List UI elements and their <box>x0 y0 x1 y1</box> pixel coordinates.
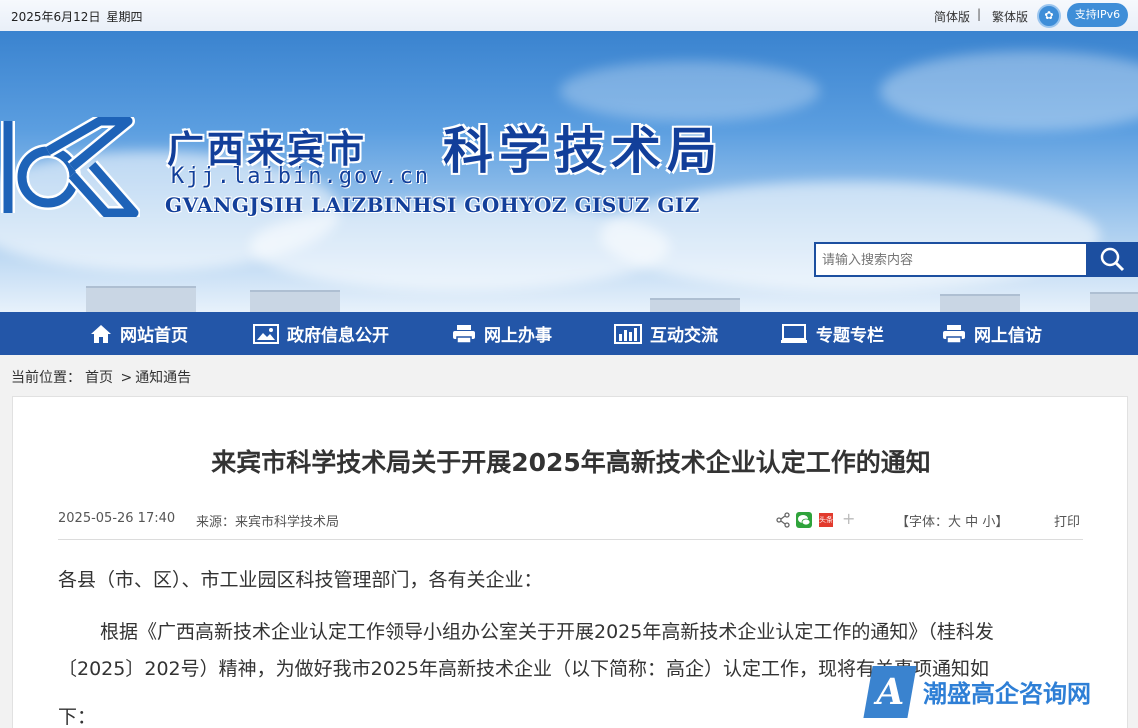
watermark-text: 潮盛高企咨询网 <box>923 679 1091 708</box>
nav-item-interaction[interactable]: 互动交流 <box>614 312 718 355</box>
cloud <box>880 51 1138 131</box>
top-bar: 2025年6月12日 星期四 简体版 | 繁体版 ✿ 支持IPv6 <box>0 0 1138 31</box>
skyline <box>250 290 340 312</box>
breadcrumb-prefix: 当前位置： <box>11 370 81 386</box>
font-label-close: 】 <box>995 515 1009 530</box>
breadcrumb-current[interactable]: 通知通告 <box>135 370 191 386</box>
publish-datetime: 2025-05-26 17:40 <box>58 511 176 526</box>
search-button[interactable] <box>1086 242 1138 277</box>
nav-label: 政府信息公开 <box>287 326 389 346</box>
magnifier-icon <box>1100 247 1125 272</box>
search-input[interactable] <box>822 250 1084 270</box>
date-display: 2025年6月12日 星期四 <box>11 8 148 25</box>
main-nav: 网站首页 政府信息公开 网上办事 互动交流 专题专栏 网上信访 <box>0 312 1138 355</box>
skyline <box>86 286 196 312</box>
nav-item-special-topics[interactable]: 专题专栏 <box>780 312 884 355</box>
traditional-link[interactable]: 繁体版 <box>992 8 1028 25</box>
printer-icon <box>943 324 965 344</box>
more-share-icon[interactable]: + <box>842 509 855 528</box>
nav-item-gov-info[interactable]: 政府信息公开 <box>253 312 389 355</box>
nav-label: 专题专栏 <box>816 326 884 346</box>
bureau-name: 科学技术局 <box>443 121 723 180</box>
nav-label: 网上信访 <box>974 326 1042 346</box>
article-salutation: 各县（市、区）、市工业园区科技管理部门，各有关企业： <box>58 569 543 591</box>
accessibility-icon[interactable]: ✿ <box>1037 4 1061 28</box>
lang-separator: | <box>977 7 982 21</box>
print-link[interactable]: 打印 <box>1054 511 1080 530</box>
skyline <box>1090 292 1138 312</box>
weekday-text: 星期四 <box>106 10 143 24</box>
font-medium-button[interactable]: 中 <box>965 515 978 530</box>
monitor-icon <box>781 323 807 343</box>
zhuang-name: GVANGJSIH LAIZBINHSI GOHYOZ GISUZ GIZ <box>165 193 700 217</box>
font-large-button[interactable]: 大 <box>948 515 961 530</box>
ipv6-badge[interactable]: 支持IPv6 <box>1067 3 1128 27</box>
search-box <box>814 242 1138 277</box>
watermark-logo: A <box>863 666 917 718</box>
breadcrumb: 当前位置： 首页 > 通知通告 <box>11 367 191 387</box>
font-label-open: 【字体： <box>896 515 949 530</box>
article-paragraph: 根据《广西高新技术企业认定工作领导小组办公室关于开展2025年高新技术企业认定工… <box>100 621 994 643</box>
skyline <box>650 298 740 312</box>
share-icon[interactable] <box>775 512 791 528</box>
simplified-link[interactable]: 简体版 <box>934 8 970 25</box>
bar-chart-icon <box>614 323 642 344</box>
article-source: 来源：来宾市科学技术局 <box>196 515 340 530</box>
wechat-icon[interactable] <box>796 512 812 528</box>
site-url: Kjj.laibin.gov.cn <box>171 164 431 189</box>
font-size-control: 【字体：大 中 小】 <box>896 511 1008 530</box>
breadcrumb-home[interactable]: 首页 <box>85 370 113 386</box>
picture-icon <box>253 323 279 344</box>
nav-label: 网站首页 <box>120 326 188 346</box>
article-meta: 2025-05-26 17:40 来源：来宾市科学技术局 头条 + 【字体：大 … <box>58 509 1083 540</box>
skyline <box>940 294 1020 312</box>
nav-item-online-service[interactable]: 网上办事 <box>452 312 552 355</box>
date-text: 2025年6月12日 <box>11 10 101 24</box>
font-small-button[interactable]: 小 <box>982 515 995 530</box>
breadcrumb-separator: > <box>120 370 133 386</box>
toutiao-icon[interactable]: 头条 <box>819 513 833 527</box>
laibin-kjj-logo <box>1 117 140 217</box>
printer-icon <box>453 324 475 344</box>
nav-item-petition[interactable]: 网上信访 <box>942 312 1042 355</box>
nav-item-home[interactable]: 网站首页 <box>90 312 188 355</box>
home-icon <box>91 324 111 343</box>
nav-label: 网上办事 <box>484 326 552 346</box>
nav-label: 互动交流 <box>650 326 718 346</box>
watermark: A 潮盛高企咨询网 <box>863 662 1138 724</box>
header-banner: 广西来宾市 科学技术局 Kjj.laibin.gov.cn GVANGJSIH … <box>0 31 1138 312</box>
article-title: 来宾市科学技术局关于开展2025年高新技术企业认定工作的通知 <box>211 448 931 477</box>
